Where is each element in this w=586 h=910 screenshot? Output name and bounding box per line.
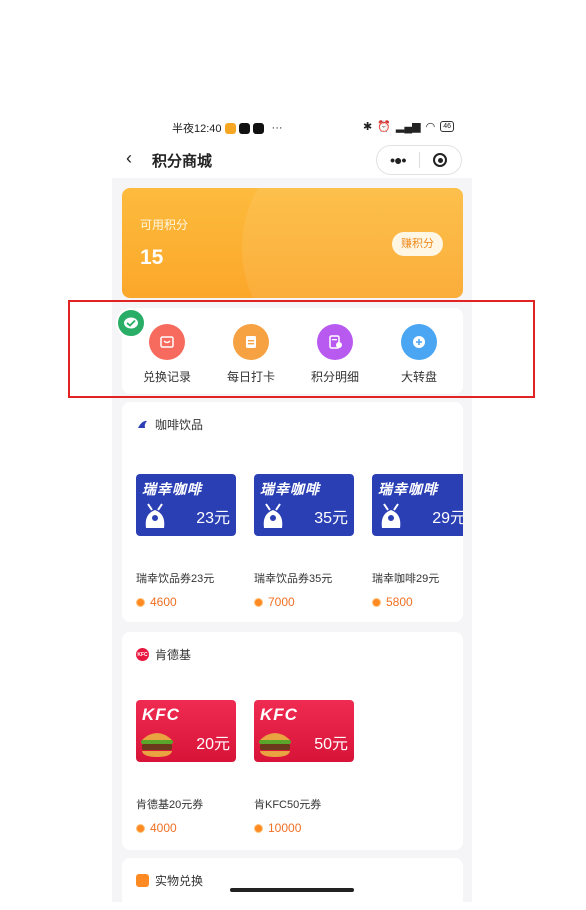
product-card[interactable]: KFC 20元 肯德基20元券 4000 <box>136 700 236 835</box>
coin-icon <box>136 597 145 607</box>
signal-icon: ▂▄▆ <box>395 121 421 133</box>
wifi-icon: ◠ <box>425 121 436 133</box>
luckin-deer-icon <box>136 418 149 431</box>
product-price: 5800 <box>372 595 463 609</box>
battery-icon: 46 <box>440 121 454 132</box>
target-icon <box>433 153 448 167</box>
section-coffee: 咖啡饮品 瑞幸咖啡 23元 瑞幸饮品券23元 4600 瑞幸咖啡 35元 瑞幸饮… <box>122 402 463 622</box>
product-name: 肯KFC50元券 <box>254 799 322 811</box>
coupon-image: 瑞幸咖啡 23元 <box>136 474 236 536</box>
tiktok-icon-2 <box>252 122 264 134</box>
section-header: KFC 肯德基 <box>136 646 191 663</box>
status-more: ··· <box>271 122 283 134</box>
price-value: 10000 <box>268 821 302 835</box>
coupon-brand: KFC <box>142 705 180 724</box>
coin-icon <box>136 823 145 833</box>
coupon-brand: 瑞幸咖啡 <box>142 481 202 497</box>
bluetooth-icon: ✱ <box>362 121 373 133</box>
burger-icon <box>259 733 291 757</box>
product-price: 10000 <box>254 821 354 835</box>
burger-icon <box>141 733 173 757</box>
price-value: 4000 <box>150 821 177 835</box>
price-value: 5800 <box>386 595 413 609</box>
more-menu-button[interactable]: •●• <box>377 152 419 168</box>
luckin-logo-icon <box>145 503 165 528</box>
product-name: 肯德基20元券 <box>136 799 204 811</box>
luckin-logo-icon <box>381 503 401 528</box>
price-value: 7000 <box>268 595 295 609</box>
tiktok-icon <box>238 122 250 134</box>
coin-icon <box>372 597 381 607</box>
back-button[interactable]: ‹ <box>126 148 132 169</box>
section-title: 咖啡饮品 <box>155 418 204 432</box>
kfc-logo-icon: KFC <box>136 648 149 661</box>
highlight-annotation-box <box>68 300 535 398</box>
coupon-image: KFC 50元 <box>254 700 354 762</box>
product-name: 瑞幸饮品券35元 <box>254 573 333 585</box>
product-card[interactable]: 瑞幸咖啡 29元 瑞幸咖啡29元 5800 <box>372 474 463 609</box>
points-label: 可用积分 <box>140 218 189 232</box>
mini-program-capsule: •●• <box>376 145 462 175</box>
price-value: 4600 <box>150 595 177 609</box>
section-header: 咖啡饮品 <box>136 416 203 433</box>
alarm-icon: ⏰ <box>377 121 391 133</box>
nav-bar: ‹ 积分商城 •●• <box>112 140 472 178</box>
status-time-group: 半夜12:40 ··· <box>172 120 283 136</box>
coupon-brand: 瑞幸咖啡 <box>378 481 438 497</box>
status-bar: 半夜12:40 ··· ✱ ⏰ ▂▄▆ ◠ 46 <box>112 112 472 140</box>
coupon-image: KFC 20元 <box>136 700 236 762</box>
coupon-amount: 23元 <box>196 510 230 527</box>
coupon-amount: 50元 <box>314 736 348 753</box>
section-header: 实物兑换 <box>136 872 203 889</box>
luckin-logo-icon <box>263 503 283 528</box>
product-name: 瑞幸饮品券23元 <box>136 573 215 585</box>
coupon-image: 瑞幸咖啡 35元 <box>254 474 354 536</box>
coupon-image: 瑞幸咖啡 29元 <box>372 474 463 536</box>
product-card[interactable]: 瑞幸咖啡 35元 瑞幸饮品券35元 7000 <box>254 474 354 609</box>
coupon-amount: 29元 <box>432 510 463 527</box>
section-physical-goods: 实物兑换 <box>122 858 463 902</box>
status-icons: ✱ ⏰ ▂▄▆ ◠ 46 <box>363 120 454 133</box>
coupon-amount: 20元 <box>196 736 230 753</box>
coin-icon <box>254 597 263 607</box>
product-name: 瑞幸咖啡29元 <box>372 573 440 585</box>
product-card[interactable]: 瑞幸咖啡 23元 瑞幸饮品券23元 4600 <box>136 474 236 609</box>
coupon-brand: KFC <box>260 705 298 724</box>
close-mini-program-button[interactable] <box>419 153 461 167</box>
phone-screen: 半夜12:40 ··· ✱ ⏰ ▂▄▆ ◠ 46 ‹ 积分商城 •●• 可用积分… <box>112 112 472 902</box>
points-card: 可用积分 15 赚积分 <box>122 188 463 298</box>
coupon-brand: 瑞幸咖啡 <box>260 481 320 497</box>
coin-icon <box>254 823 263 833</box>
earn-points-button[interactable]: 赚积分 <box>392 232 443 256</box>
product-price: 7000 <box>254 595 354 609</box>
product-price: 4000 <box>136 821 236 835</box>
points-value: 15 <box>140 246 164 269</box>
page-title: 积分商城 <box>152 153 213 170</box>
section-kfc: KFC 肯德基 KFC 20元 肯德基20元券 4000 KFC 50元 肯KF… <box>122 632 463 850</box>
gift-icon <box>136 874 149 887</box>
product-price: 4600 <box>136 595 236 609</box>
home-indicator <box>230 888 354 892</box>
section-title: 肯德基 <box>155 648 192 662</box>
weibo-icon <box>224 122 236 134</box>
product-card[interactable]: KFC 50元 肯KFC50元券 10000 <box>254 700 354 835</box>
section-title: 实物兑换 <box>155 874 204 888</box>
status-time: 半夜12:40 <box>172 123 222 135</box>
coupon-amount: 35元 <box>314 510 348 527</box>
